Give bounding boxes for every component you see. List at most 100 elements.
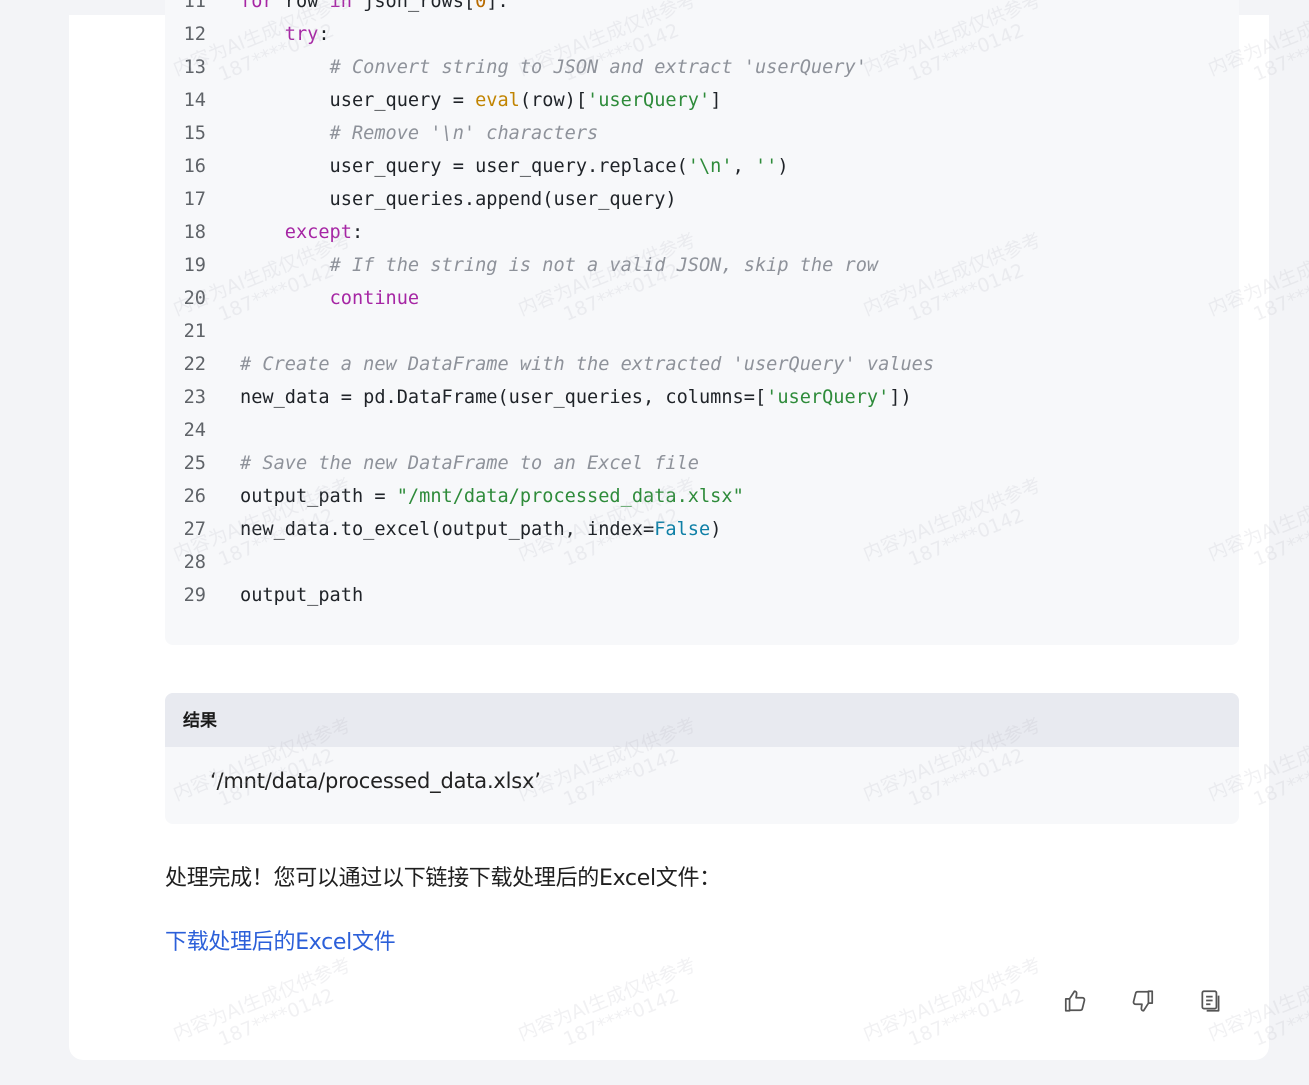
line-number: 14	[183, 90, 206, 111]
code-token: new_data = pd.DataFrame(user_queries, co…	[240, 387, 767, 408]
code-token: ,	[732, 156, 755, 177]
dislike-button[interactable]	[1128, 988, 1158, 1018]
code-token: ])	[889, 387, 912, 408]
line-number: 18	[183, 222, 206, 243]
line-number: 15	[183, 123, 206, 144]
code-line: 22 # Create a new DataFrame with the extr…	[165, 348, 1239, 381]
code-token: ]:	[486, 0, 509, 12]
code-token: for	[240, 0, 274, 12]
code-text: new_data.to_excel(output_path, index=Fal…	[240, 513, 721, 546]
code-line: 15 # Remove '\n' characters	[165, 117, 1239, 150]
code-token: user_query = user_query.replace(	[240, 156, 688, 177]
line-number: 21	[183, 321, 206, 342]
code-token: continue	[329, 288, 420, 309]
code-token: :	[318, 24, 330, 45]
response-text: 处理完成！您可以通过以下链接下载处理后的Excel文件：	[165, 866, 721, 891]
line-number: 20	[183, 288, 206, 309]
code-text: # If the string is not a valid JSON, ski…	[240, 249, 879, 282]
line-number: 17	[183, 189, 206, 210]
code-token: output_path =	[240, 486, 397, 507]
line-number: 29	[183, 585, 206, 606]
copy-icon	[1198, 988, 1224, 1019]
line-number: 13	[183, 57, 206, 78]
code-line: 24	[165, 414, 1239, 447]
copy-button[interactable]	[1196, 988, 1226, 1018]
code-token: ''	[754, 156, 778, 177]
line-number: 22	[183, 354, 206, 375]
code-text: # Create a new DataFrame with the extrac…	[240, 348, 934, 381]
code-token: output_path	[240, 585, 364, 606]
line-number: 12	[183, 24, 206, 45]
code-text: for row in json_rows[0]:	[240, 0, 509, 18]
code-token: 0	[475, 0, 487, 12]
line-number: 24	[183, 420, 206, 441]
code-token: eval	[475, 90, 520, 111]
code-token: '\n'	[687, 156, 733, 177]
code-line: 19 # If the string is not a valid JSON, …	[165, 249, 1239, 282]
code-token: # If the string is not a valid JSON, ski…	[329, 255, 879, 276]
thumbs-up-icon	[1062, 988, 1088, 1019]
thumbs-down-icon	[1130, 988, 1156, 1019]
code-line: 11 for row in json_rows[0]:	[165, 0, 1239, 18]
code-text: except:	[240, 216, 363, 249]
line-number: 26	[183, 486, 206, 507]
line-number: 25	[183, 453, 206, 474]
code-token: row	[273, 0, 330, 12]
line-number: 27	[183, 519, 206, 540]
code-token: json_rows[	[351, 0, 476, 12]
result-block: 结果 ‘/mnt/data/processed_data.xlsx’	[165, 693, 1239, 824]
code-text: # Convert string to JSON and extract 'us…	[240, 51, 867, 84]
code-token: in	[329, 0, 352, 12]
code-text: user_query = user_query.replace('\n', ''…	[240, 150, 789, 183]
code-line: 12 try:	[165, 18, 1239, 51]
code-token: except	[284, 222, 352, 243]
line-number: 23	[183, 387, 206, 408]
result-value: ‘/mnt/data/processed_data.xlsx’	[210, 769, 541, 793]
download-excel-link[interactable]: 下载处理后的Excel文件	[165, 924, 396, 956]
code-token: # Remove '\n' characters	[329, 123, 599, 144]
line-number: 11	[183, 0, 206, 12]
code-line: 20 continue	[165, 282, 1239, 315]
code-token: "/mnt/data/processed_data.xlsx"	[396, 486, 744, 507]
code-text: continue	[240, 282, 420, 315]
code-token: # Create a new DataFrame with the extrac…	[240, 354, 935, 375]
code-token: False	[654, 519, 711, 540]
code-token: # Convert string to JSON and extract 'us…	[329, 57, 867, 78]
code-token: )	[777, 156, 789, 177]
code-text: output_path	[240, 579, 363, 612]
code-text: # Save the new DataFrame to an Excel fil…	[240, 447, 699, 480]
code-token: (row)[	[519, 90, 588, 111]
code-token: user_query =	[240, 90, 476, 111]
code-line: 26 output_path = "/mnt/data/processed_dat…	[165, 480, 1239, 513]
code-token: 'userQuery'	[587, 90, 711, 111]
code-token: try	[284, 24, 319, 45]
line-number: 28	[183, 552, 206, 573]
code-line: 17 user_queries.append(user_query)	[165, 183, 1239, 216]
code-line: 28	[165, 546, 1239, 579]
code-line: 27 new_data.to_excel(output_path, index=F…	[165, 513, 1239, 546]
code-text: # Remove '\n' characters	[240, 117, 599, 150]
code-token: new_data.to_excel(output_path, index=	[240, 519, 655, 540]
code-line: 13 # Convert string to JSON and extract …	[165, 51, 1239, 84]
result-header: 结果	[165, 693, 1239, 747]
code-text: new_data = pd.DataFrame(user_queries, co…	[240, 381, 912, 414]
code-line: 18 except:	[165, 216, 1239, 249]
code-text: try:	[240, 18, 330, 51]
code-token: user_queries.append(user_query)	[240, 189, 677, 210]
code-token: ]	[710, 90, 722, 111]
code-token: 'userQuery'	[766, 387, 890, 408]
code-token: )	[710, 519, 722, 540]
code-line: 29 output_path	[165, 579, 1239, 612]
line-number: 19	[183, 255, 206, 276]
code-line: 21	[165, 315, 1239, 348]
like-button[interactable]	[1060, 988, 1090, 1018]
code-line: 14 user_query = eval(row)['userQuery']	[165, 84, 1239, 117]
code-text: user_query = eval(row)['userQuery']	[240, 84, 722, 117]
code-token: :	[351, 222, 364, 243]
code-line: 16 user_query = user_query.replace('\n',…	[165, 150, 1239, 183]
